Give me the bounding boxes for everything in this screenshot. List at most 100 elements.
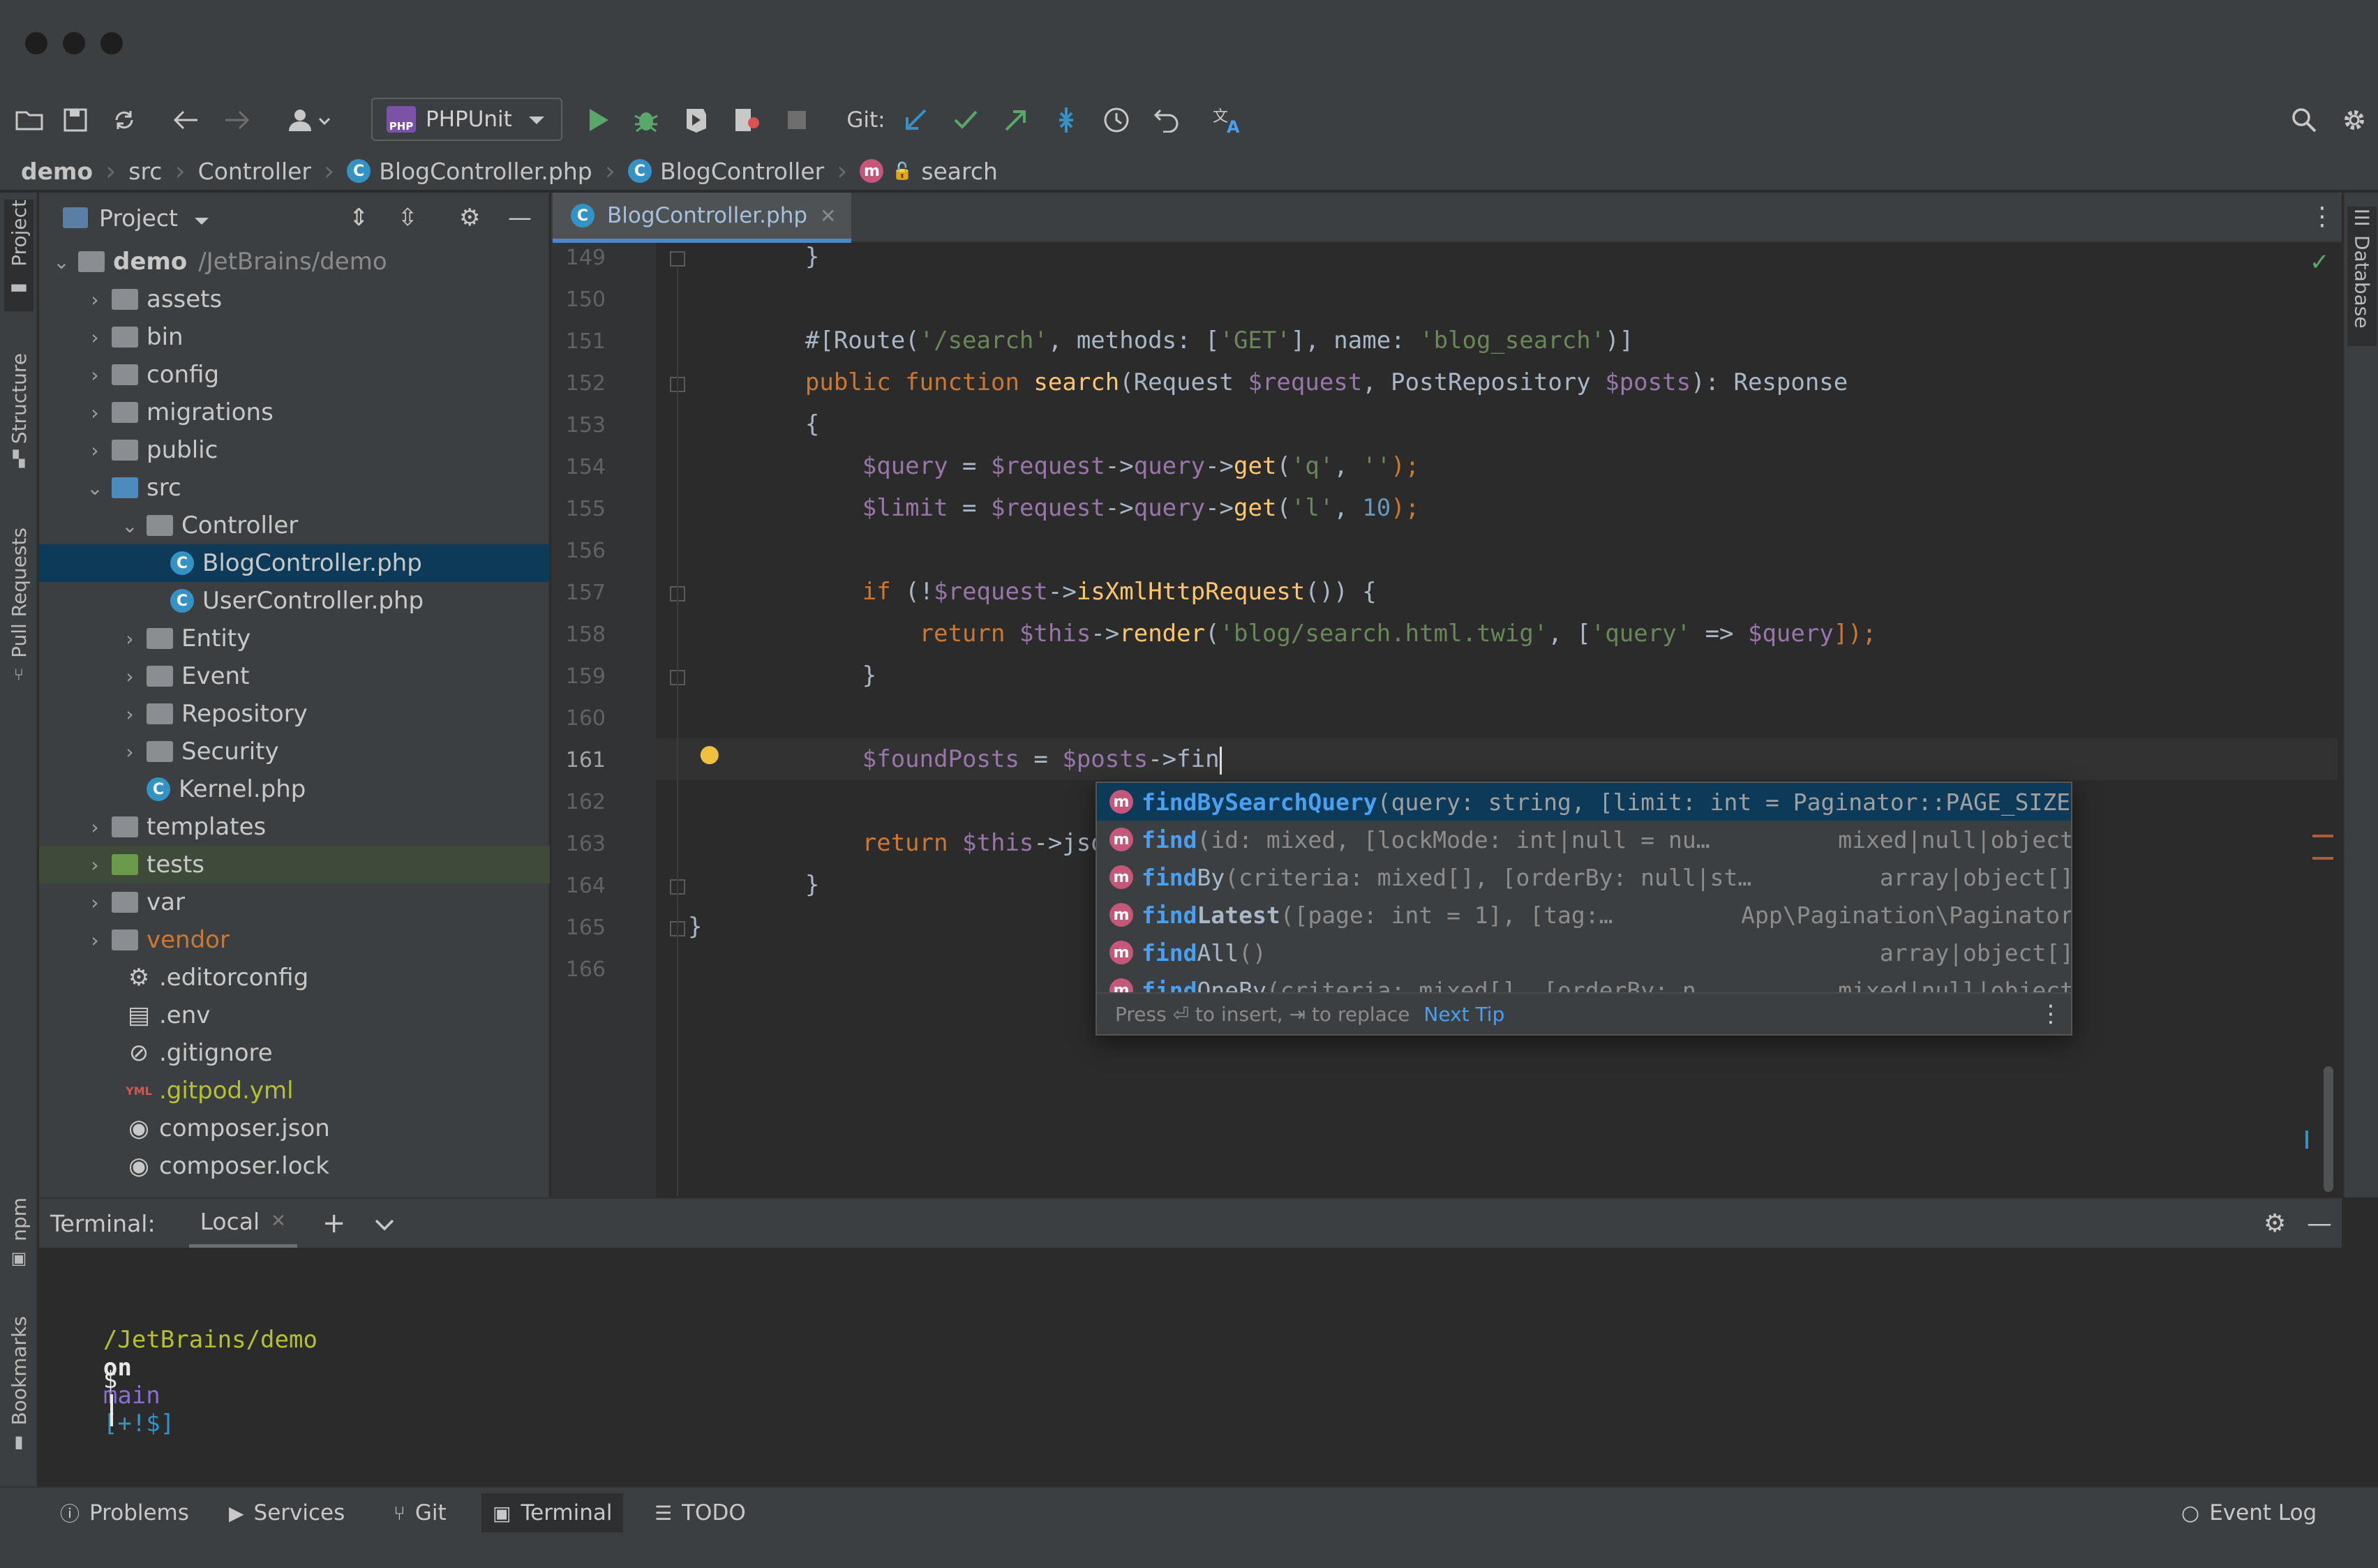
editor-tab-blogcontroller[interactable]: C BlogController.php ✕ <box>553 193 851 243</box>
run-with-coverage-icon[interactable] <box>681 103 712 137</box>
run-icon[interactable] <box>583 103 614 137</box>
tree-folder-tests[interactable]: › tests <box>39 846 550 883</box>
tool-tab-npm[interactable]: npm ▣ <box>4 1197 33 1281</box>
tree-folder-vendor[interactable]: › vendor <box>39 921 550 959</box>
chevron-right-icon[interactable]: › <box>85 288 105 311</box>
completion-item[interactable]: m findOneBy (criteria: mixed[], [orderBy… <box>1097 971 2071 992</box>
terminal-settings-gear-icon[interactable]: ⚙ <box>2264 1209 2286 1238</box>
tree-file-gitpod[interactable]: YML .gitpod.yml <box>39 1072 550 1110</box>
completion-item[interactable]: m findBy (criteria: mixed[], [orderBy: n… <box>1097 858 2071 896</box>
tool-tab-services[interactable]: ▶ Services <box>218 1493 356 1532</box>
hide-panel-icon[interactable]: — <box>2307 1209 2332 1238</box>
tree-file-usercontroller[interactable]: C UserController.php <box>39 582 550 620</box>
git-merge-icon[interactable] <box>1051 103 1082 137</box>
tree-file-gitignore[interactable]: ⊘ .gitignore <box>39 1034 550 1072</box>
chevron-down-icon[interactable]: ⌄ <box>85 477 105 500</box>
tree-folder-templates[interactable]: › templates <box>39 808 550 846</box>
chevron-right-icon[interactable]: › <box>120 703 140 726</box>
user-dropdown-icon[interactable] <box>285 103 336 137</box>
chevron-right-icon[interactable]: › <box>85 439 105 462</box>
history-clock-icon[interactable] <box>1101 103 1132 137</box>
tree-file-kernel[interactable]: C Kernel.php <box>39 770 550 808</box>
lightbulb-icon[interactable]: ● <box>699 740 720 768</box>
tree-file-composer-json[interactable]: ◉ composer.json <box>39 1110 550 1147</box>
breadcrumb-demo[interactable]: demo <box>21 158 93 185</box>
tree-folder-migrations[interactable]: › migrations <box>39 394 550 431</box>
chevron-down-icon[interactable]: ⌄ <box>52 251 71 274</box>
git-commit-icon[interactable] <box>950 103 981 137</box>
hide-panel-icon[interactable]: — <box>508 204 532 232</box>
close-tab-icon[interactable]: ✕ <box>820 204 836 227</box>
next-tip-link[interactable]: Next Tip <box>1423 1003 1504 1026</box>
tree-folder-security[interactable]: › Security <box>39 733 550 770</box>
scrollbar-thumb[interactable] <box>2324 1066 2333 1192</box>
error-stripe-mark[interactable] <box>2305 1130 2308 1149</box>
more-options-icon[interactable]: ⋮ <box>2039 1000 2063 1028</box>
panel-settings-gear-icon[interactable]: ⚙ <box>459 204 480 232</box>
tool-tab-terminal[interactable]: ▣ Terminal <box>481 1493 624 1532</box>
error-stripe-mark[interactable] <box>2312 857 2333 860</box>
collapse-all-icon[interactable]: ⇳ <box>398 204 418 232</box>
tool-tab-database[interactable]: ☰ Database <box>2347 207 2377 346</box>
tree-folder-repository[interactable]: › Repository <box>39 695 550 733</box>
chevron-right-icon[interactable]: › <box>85 853 105 876</box>
error-stripe-mark[interactable] <box>2312 835 2333 837</box>
tree-folder-public[interactable]: › public <box>39 431 550 469</box>
tree-file-editorconfig[interactable]: ⚙ .editorconfig <box>39 959 550 996</box>
breadcrumb-class[interactable]: C BlogController <box>627 158 824 185</box>
chevron-right-icon[interactable]: › <box>85 816 105 839</box>
project-view-select[interactable]: Project <box>99 204 178 232</box>
tree-file-env[interactable]: ▤ .env <box>39 996 550 1034</box>
zoom-window-button[interactable] <box>100 32 123 54</box>
translate-icon[interactable]: 文A <box>1210 103 1245 137</box>
tree-folder-entity[interactable]: › Entity <box>39 620 550 657</box>
fold-marker-icon[interactable] <box>670 251 685 267</box>
tree-folder-event[interactable]: › Event <box>39 657 550 695</box>
breadcrumb-method[interactable]: m 🔓 search <box>860 158 998 185</box>
completion-item[interactable]: m findBySearchQuery (query: string, [lim… <box>1097 783 2071 821</box>
code-editor[interactable]: 149 150 151 152 153 154 155 156 157 158 … <box>551 243 2342 1197</box>
chevron-down-icon[interactable] <box>193 204 210 232</box>
close-tab-icon[interactable]: ✕ <box>271 1211 286 1232</box>
tool-tab-project[interactable]: Project ▬ <box>4 200 33 311</box>
run-configuration-select[interactable]: PHP PHPUnit <box>371 98 562 141</box>
tree-folder-controller[interactable]: ⌄ Controller <box>39 507 550 544</box>
profile-icon[interactable] <box>731 103 762 137</box>
search-icon[interactable] <box>2289 103 2319 137</box>
terminal-tab-local[interactable]: Local ✕ <box>188 1198 297 1248</box>
tree-folder-var[interactable]: › var <box>39 883 550 921</box>
completion-item[interactable]: m findLatest ([page: int = 1], [tag:… Ap… <box>1097 896 2071 934</box>
new-terminal-icon[interactable]: + <box>322 1207 346 1239</box>
chevron-right-icon[interactable]: › <box>85 891 105 914</box>
chevron-right-icon[interactable]: › <box>85 929 105 952</box>
sync-icon[interactable] <box>109 103 140 137</box>
tree-root[interactable]: ⌄ demo /JetBrains/demo <box>39 243 550 281</box>
completion-item[interactable]: m find (id: mixed, [lockMode: int|null =… <box>1097 821 2071 858</box>
tool-tab-pull-requests[interactable]: Pull Requests ⑂ <box>4 528 33 716</box>
tree-folder-assets[interactable]: › assets <box>39 281 550 318</box>
chevron-right-icon[interactable]: › <box>85 364 105 387</box>
rollback-icon[interactable] <box>1151 103 1182 137</box>
git-push-icon[interactable] <box>1001 103 1031 137</box>
back-arrow-icon[interactable] <box>170 103 201 137</box>
terminal-input-line[interactable]: $ <box>46 1338 117 1454</box>
inspection-ok-icon[interactable]: ✓ <box>2310 248 2330 276</box>
chevron-down-icon[interactable]: ⌄ <box>120 514 140 537</box>
tree-folder-bin[interactable]: › bin <box>39 318 550 356</box>
tool-tab-structure[interactable]: Structure ▚ <box>4 353 33 493</box>
git-update-icon[interactable] <box>900 103 931 137</box>
completion-item[interactable]: m findAll () array|object[] <box>1097 934 2071 971</box>
breadcrumb-file[interactable]: C BlogController.php <box>347 158 592 185</box>
tool-tab-todo[interactable]: ☰ TODO <box>643 1493 757 1532</box>
minimize-window-button[interactable] <box>63 32 85 54</box>
tool-tab-problems[interactable]: ⓘ Problems <box>49 1493 200 1532</box>
breadcrumb-src[interactable]: src <box>128 158 162 185</box>
more-options-icon[interactable]: ⋮ <box>2310 202 2335 231</box>
chevron-right-icon[interactable]: › <box>120 627 140 650</box>
event-log-button[interactable]: ○ Event Log <box>2170 1493 2328 1532</box>
tree-file-blogcontroller[interactable]: C BlogController.php <box>39 544 550 582</box>
chevron-right-icon[interactable]: › <box>85 401 105 424</box>
forward-arrow-icon[interactable] <box>222 103 253 137</box>
tool-tab-bookmarks[interactable]: Bookmarks ▮ <box>4 1316 33 1470</box>
open-folder-icon[interactable] <box>14 103 45 137</box>
